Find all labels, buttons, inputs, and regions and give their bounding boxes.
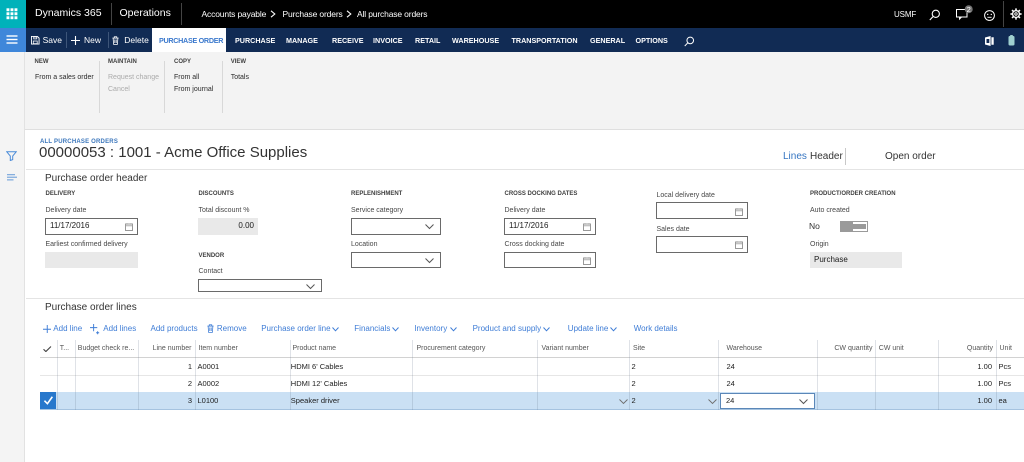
svg-text:2: 2 — [967, 5, 971, 14]
